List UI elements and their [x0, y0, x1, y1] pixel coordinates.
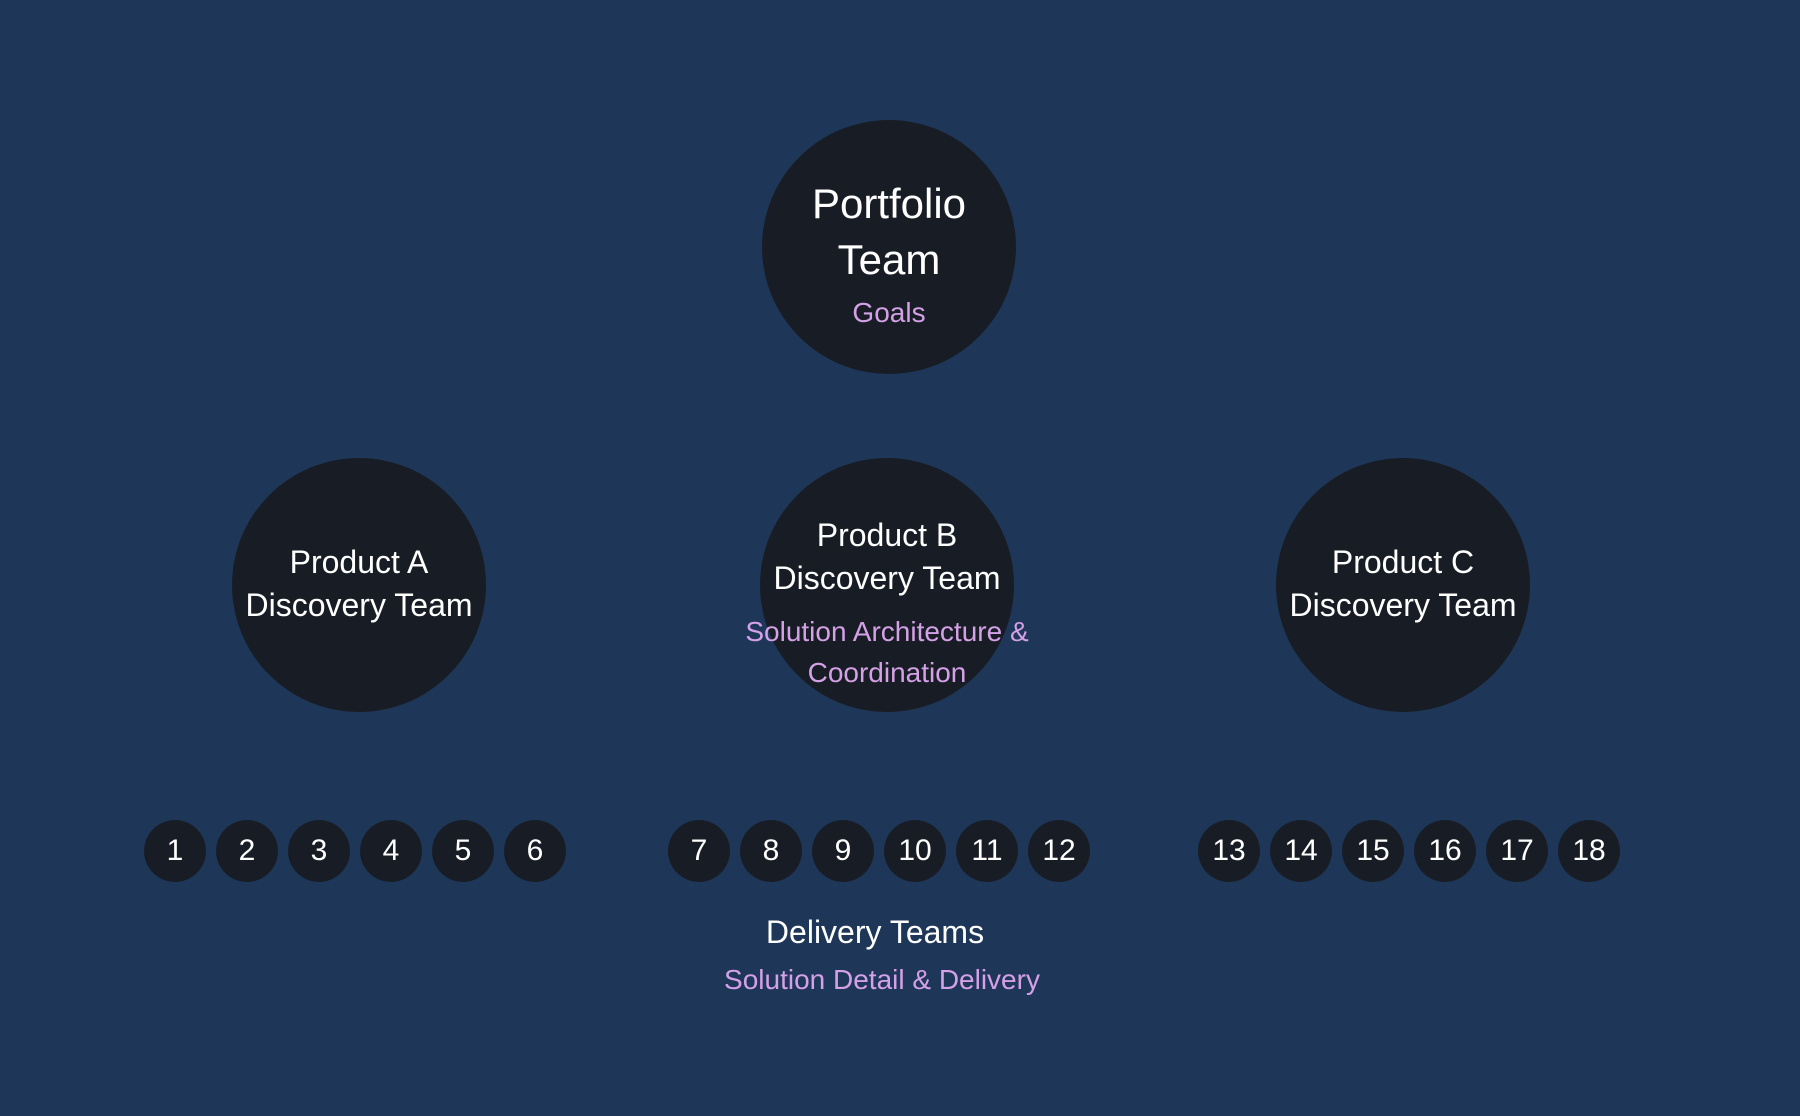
portfolio-team-node: Portfolio Team Goals: [762, 120, 1016, 374]
delivery-teams-subtitle: Solution Detail & Delivery: [724, 964, 1040, 995]
product-c-line2: Discovery Team: [1289, 587, 1517, 623]
delivery-team-1: 1: [144, 820, 206, 882]
product-b-line2: Discovery Team: [773, 560, 1001, 596]
product-b-subtitle: Solution Architecture & Coordination: [700, 611, 1074, 693]
portfolio-title-line2: Team: [837, 236, 941, 283]
product-a-title: Product A Discovery Team: [232, 541, 486, 627]
delivery-team-4: 4: [360, 820, 422, 882]
delivery-team-11: 11: [956, 820, 1018, 882]
portfolio-title-line1: Portfolio: [811, 180, 967, 227]
delivery-team-17: 17: [1486, 820, 1548, 882]
delivery-team-9: 9: [812, 820, 874, 882]
delivery-team-2: 2: [216, 820, 278, 882]
product-a-discovery-team-node: Product A Discovery Team: [232, 458, 486, 712]
delivery-team-10: 10: [884, 820, 946, 882]
delivery-team-8: 8: [740, 820, 802, 882]
delivery-team-6: 6: [504, 820, 566, 882]
delivery-team-18: 18: [1558, 820, 1620, 882]
product-b-discovery-team-node: Product B Discovery Team Solution Archit…: [745, 458, 1029, 712]
delivery-team-5: 5: [432, 820, 494, 882]
product-b-subtitle-line2: Coordination: [807, 657, 967, 688]
product-b-line1: Product B: [816, 517, 958, 553]
delivery-team-14: 14: [1270, 820, 1332, 882]
product-a-line1: Product A: [289, 544, 429, 580]
product-c-line1: Product C: [1331, 544, 1475, 580]
product-c-title: Product C Discovery Team: [1276, 541, 1530, 627]
delivery-team-13: 13: [1198, 820, 1260, 882]
delivery-team-7: 7: [668, 820, 730, 882]
delivery-team-15: 15: [1342, 820, 1404, 882]
product-a-line2: Discovery Team: [245, 587, 473, 623]
product-c-discovery-team-node: Product C Discovery Team: [1276, 458, 1530, 712]
portfolio-team-title: Portfolio Team: [762, 176, 1016, 288]
product-b-subtitle-line1: Solution Architecture &: [745, 616, 1029, 647]
delivery-teams-title: Delivery Teams: [765, 914, 985, 950]
delivery-team-16: 16: [1414, 820, 1476, 882]
portfolio-goals-label: Goals: [852, 297, 926, 328]
product-b-title: Product B Discovery Team: [760, 514, 1014, 600]
delivery-team-3: 3: [288, 820, 350, 882]
delivery-team-12: 12: [1028, 820, 1090, 882]
